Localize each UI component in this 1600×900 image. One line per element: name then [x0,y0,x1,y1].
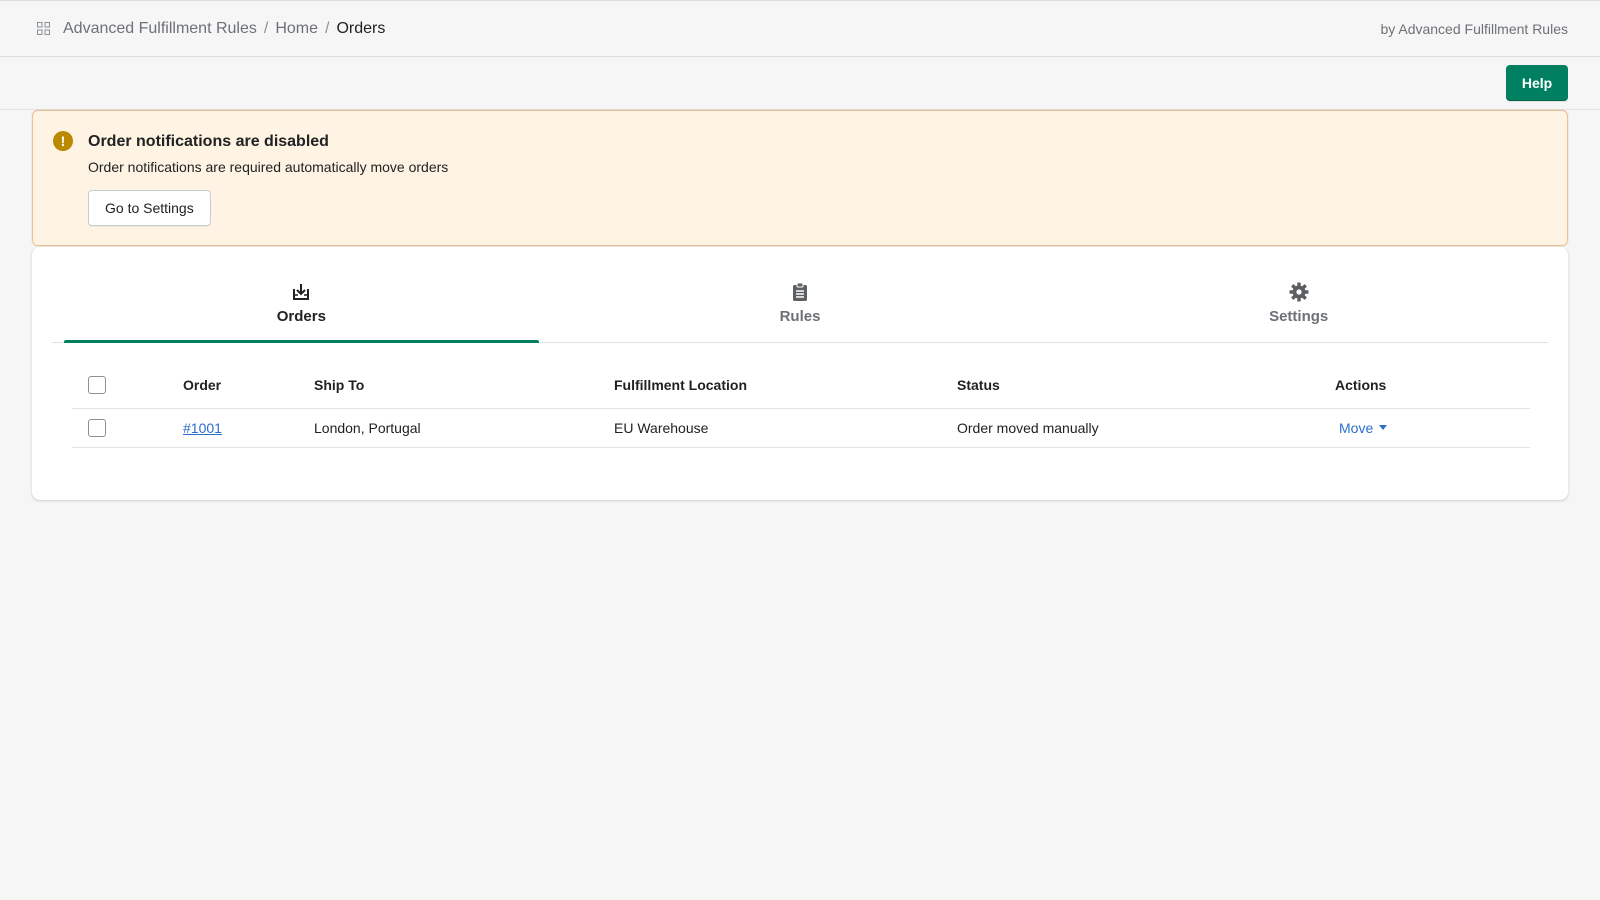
notification-warning-banner: ! Order notifications are disabled Order… [32,110,1568,246]
order-cell: #1001 [183,408,314,448]
header-fulfillment-location: Fulfillment Location [614,363,957,409]
tab-rules[interactable]: Rules [551,247,1050,342]
status-cell: Order moved manually [957,408,1335,448]
tab-orders-label: Orders [276,308,326,325]
order-download-icon [291,282,311,302]
banner-title: Order notifications are disabled [88,133,329,150]
header-ship-to: Ship To [314,363,614,409]
orders-table: Order Ship To Fulfillment Location Statu… [72,363,1530,448]
move-dropdown-button[interactable]: Move [1335,419,1388,436]
move-label: Move [1339,419,1374,436]
select-all-checkbox[interactable] [88,376,106,395]
header-actions: Actions [1335,363,1530,409]
breadcrumb-separator: / [325,19,330,37]
app-byline: by Advanced Fulfillment Rules [1380,20,1568,37]
tab-settings[interactable]: Settings [1049,247,1548,342]
row-select-cell [72,408,183,448]
clipboard-icon [790,282,810,302]
banner-text: Order notifications are required automat… [88,159,449,175]
header-status: Status [957,363,1335,409]
tab-bar: Orders Rules Settings [52,247,1548,343]
table-row: #1001 London, Portugal EU Warehouse Orde… [72,408,1530,448]
breadcrumb-current: Orders [336,19,386,37]
actions-cell: Move [1335,408,1530,448]
select-all-cell [72,363,183,409]
app-grid-icon[interactable] [36,22,50,36]
order-link[interactable]: #1001 [183,420,222,436]
tab-orders[interactable]: Orders [52,247,551,343]
breadcrumb-home[interactable]: Home [275,20,318,38]
table-header-row: Order Ship To Fulfillment Location Statu… [72,363,1530,409]
go-to-settings-button[interactable]: Go to Settings [88,190,211,226]
ship-to-cell: London, Portugal [314,408,614,448]
location-cell: EU Warehouse [614,408,957,448]
breadcrumb-separator: / [263,19,269,37]
breadcrumb: Advanced Fulfillment Rules / Home / Orde… [63,20,385,38]
warning-icon: ! [53,131,73,151]
row-checkbox[interactable] [88,418,106,437]
help-button[interactable]: Help [1506,65,1568,101]
tab-rules-label: Rules [779,308,821,325]
action-bar: Help [0,57,1600,110]
top-bar: Advanced Fulfillment Rules / Home / Orde… [0,0,1600,57]
gear-icon [1289,282,1309,302]
breadcrumb-app[interactable]: Advanced Fulfillment Rules [63,20,257,38]
caret-down-icon [1379,425,1388,430]
tab-settings-label: Settings [1269,308,1329,325]
main-card: Orders Rules Settings Order Ship To Fulf… [32,247,1568,500]
header-order: Order [183,363,314,409]
